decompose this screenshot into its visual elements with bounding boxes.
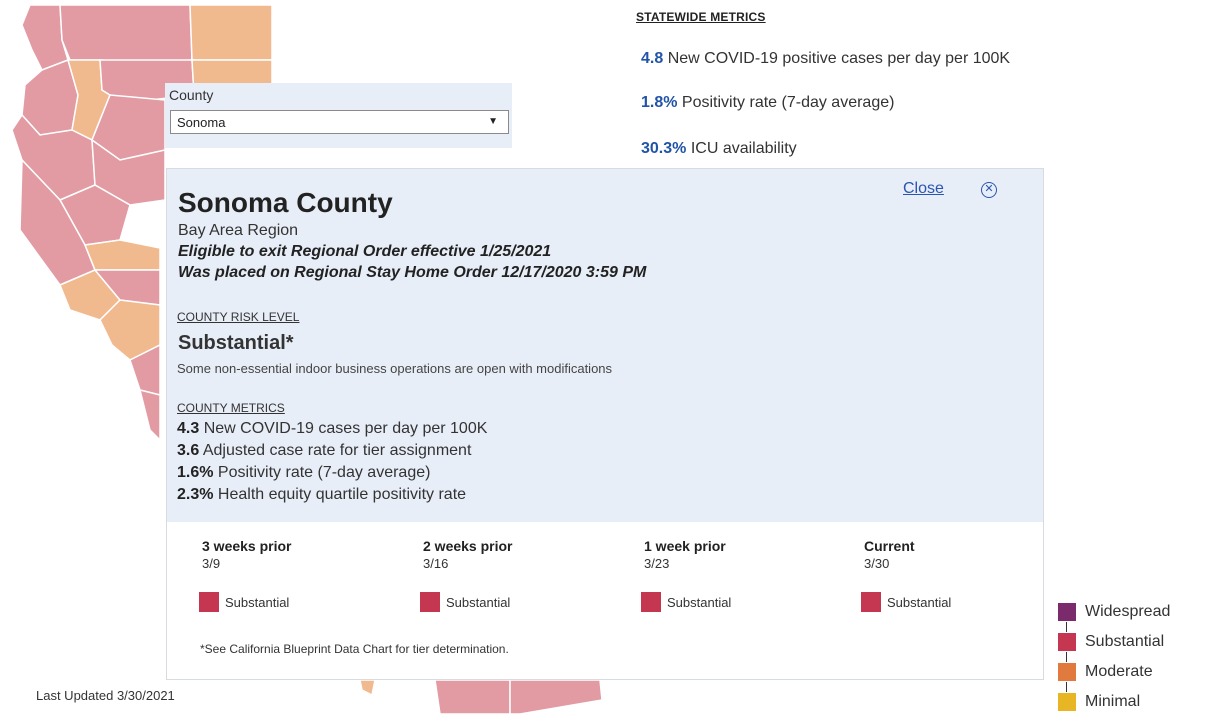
county-shape[interactable] bbox=[434, 679, 511, 714]
week-heading: 3 weeks prior bbox=[202, 538, 292, 554]
week-date: 3/30 bbox=[864, 556, 890, 571]
legend-label: Minimal bbox=[1085, 693, 1141, 710]
county-metric: 3.6 Adjusted case rate for tier assignme… bbox=[177, 442, 471, 460]
metric-value: 4.3 bbox=[177, 420, 200, 437]
tier-badge: Substantial bbox=[641, 592, 731, 612]
popup-region: Bay Area Region bbox=[178, 222, 299, 239]
tier-swatch bbox=[641, 592, 661, 612]
tier-label: Substantial bbox=[446, 594, 511, 610]
risk-level-description: Some non-essential indoor business opera… bbox=[177, 361, 613, 376]
metric-value: 30.3% bbox=[641, 140, 687, 157]
close-icon[interactable]: ✕ bbox=[981, 182, 997, 198]
legend-connector bbox=[1066, 652, 1067, 662]
legend-label: Moderate bbox=[1085, 663, 1153, 680]
metric-label: Adjusted case rate for tier assignment bbox=[199, 442, 472, 459]
county-shape[interactable] bbox=[83, 239, 161, 271]
tier-swatch bbox=[420, 592, 440, 612]
week-heading: 2 weeks prior bbox=[423, 538, 513, 554]
statewide-metric-icu: 30.3% ICU availability bbox=[641, 140, 797, 158]
legend-swatch bbox=[1058, 663, 1076, 681]
legend-swatch bbox=[1058, 633, 1076, 651]
chevron-down-icon[interactable]: ▼ bbox=[488, 116, 498, 127]
county-select[interactable]: Sonoma ▼ bbox=[170, 110, 509, 134]
county-selector-panel: County Sonoma ▼ bbox=[165, 83, 512, 148]
county-shape[interactable] bbox=[359, 679, 376, 697]
metric-value: 3.6 bbox=[177, 442, 200, 459]
statewide-metric-cases: 4.8 New COVID-19 positive cases per day … bbox=[641, 50, 1010, 68]
metric-value: 1.8% bbox=[641, 94, 678, 111]
county-popup: Sonoma County Bay Area Region Eligible t… bbox=[166, 168, 1044, 680]
tier-swatch bbox=[199, 592, 219, 612]
tier-badge: Substantial bbox=[420, 592, 510, 612]
metric-value: 1.6% bbox=[177, 464, 214, 481]
week-heading: Current bbox=[864, 538, 915, 554]
county-label: County bbox=[169, 87, 214, 103]
county-shape[interactable] bbox=[138, 388, 161, 442]
tier-label: Substantial bbox=[887, 594, 952, 610]
last-updated: Last Updated 3/30/2021 bbox=[36, 688, 175, 703]
tier-badge: Substantial bbox=[861, 592, 951, 612]
metric-label: Positivity rate (7-day average) bbox=[213, 464, 431, 481]
week-column: 2 weeks prior 3/16 Substantial bbox=[420, 538, 623, 612]
county-metric: 2.3% Health equity quartile positivity r… bbox=[177, 486, 466, 504]
week-date: 3/23 bbox=[644, 556, 670, 571]
legend-swatch bbox=[1058, 603, 1076, 621]
week-column: 1 week prior 3/23 Substantial bbox=[641, 538, 844, 612]
metric-label: New COVID-19 cases per day per 100K bbox=[199, 420, 488, 437]
county-shape[interactable] bbox=[509, 679, 603, 714]
county-metrics-heading: COUNTY METRICS bbox=[177, 401, 285, 415]
tier-swatch bbox=[861, 592, 881, 612]
statewide-metric-positivity: 1.8% Positivity rate (7-day average) bbox=[641, 94, 894, 112]
week-heading: 1 week prior bbox=[644, 538, 726, 554]
week-column: Current 3/30 Substantial bbox=[861, 538, 1064, 612]
legend-swatch bbox=[1058, 693, 1076, 711]
county-shape[interactable] bbox=[189, 4, 273, 61]
county-metric: 1.6% Positivity rate (7-day average) bbox=[177, 464, 430, 482]
popup-title: Sonoma County bbox=[178, 187, 393, 218]
tier-badge: Substantial bbox=[199, 592, 289, 612]
tier-label: Substantial bbox=[225, 594, 290, 610]
county-metric: 4.3 New COVID-19 cases per day per 100K bbox=[177, 420, 487, 438]
metric-value: 4.8 bbox=[641, 50, 664, 67]
risk-level-heading: COUNTY RISK LEVEL bbox=[177, 310, 300, 324]
week-date: 3/9 bbox=[202, 556, 221, 571]
statewide-metrics: STATEWIDE METRICS 4.8 New COVID-19 posit… bbox=[636, 10, 1206, 157]
week-date: 3/16 bbox=[423, 556, 449, 571]
metric-value: 2.3% bbox=[177, 486, 214, 503]
legend-connector bbox=[1066, 622, 1067, 632]
metric-label: New COVID-19 positive cases per day per … bbox=[667, 50, 1011, 67]
close-link[interactable]: Close bbox=[903, 180, 944, 198]
metric-label: ICU availability bbox=[690, 140, 797, 157]
legend-connector bbox=[1066, 682, 1067, 692]
risk-level-value: Substantial* bbox=[178, 332, 294, 354]
tier-label: Substantial bbox=[667, 594, 732, 610]
county-select-value: Sonoma bbox=[177, 115, 226, 130]
legend-label: Substantial bbox=[1085, 633, 1165, 650]
tier-footnote: *See California Blueprint Data Chart for… bbox=[200, 642, 509, 656]
popup-order-line: Was placed on Regional Stay Home Order 1… bbox=[178, 264, 647, 281]
statewide-heading: STATEWIDE METRICS bbox=[636, 10, 766, 24]
legend-label: Widespread bbox=[1085, 603, 1171, 620]
popup-exit-line: Eligible to exit Regional Order effectiv… bbox=[178, 243, 552, 260]
county-shape[interactable] bbox=[59, 4, 193, 63]
week-column: 3 weeks prior 3/9 Substantial bbox=[199, 538, 402, 612]
metric-label: Health equity quartile positivity rate bbox=[213, 486, 467, 503]
metric-label: Positivity rate (7-day average) bbox=[681, 94, 895, 111]
